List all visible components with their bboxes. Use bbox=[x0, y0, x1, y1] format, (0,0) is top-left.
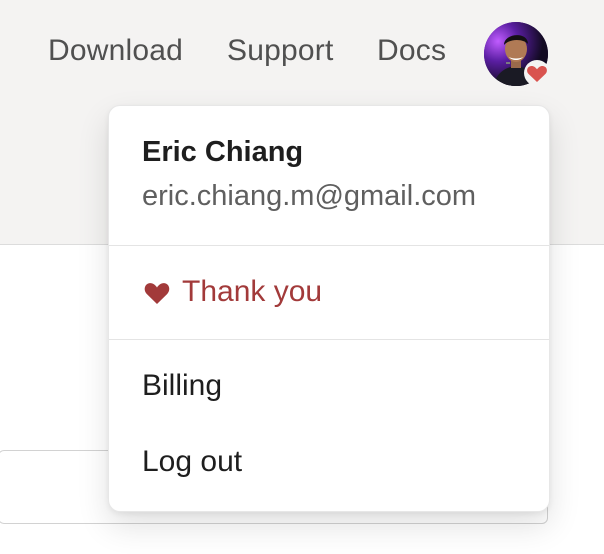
nav-link-support[interactable]: Support bbox=[227, 34, 333, 68]
heart-icon bbox=[144, 283, 170, 304]
user-email: eric.chiang.m@gmail.com bbox=[142, 180, 477, 212]
heart-icon bbox=[527, 65, 547, 82]
avatar-heart-badge bbox=[524, 60, 550, 86]
nav-link-download[interactable]: Download bbox=[48, 34, 183, 68]
thank-you-menu-item[interactable]: Thank you bbox=[142, 275, 322, 309]
nav-link-docs[interactable]: Docs bbox=[377, 34, 446, 68]
logout-menu-item[interactable]: Log out bbox=[142, 445, 242, 479]
thank-you-section: Thank you bbox=[109, 246, 549, 340]
user-name: Eric Chiang bbox=[142, 136, 304, 168]
account-dropdown-menu: Eric Chiang eric.chiang.m@gmail.com Than… bbox=[108, 105, 550, 512]
thank-you-label: Thank you bbox=[182, 275, 323, 308]
user-info-section: Eric Chiang eric.chiang.m@gmail.com bbox=[109, 106, 549, 246]
billing-menu-item[interactable]: Billing bbox=[142, 369, 222, 403]
avatar-button[interactable] bbox=[484, 22, 550, 88]
